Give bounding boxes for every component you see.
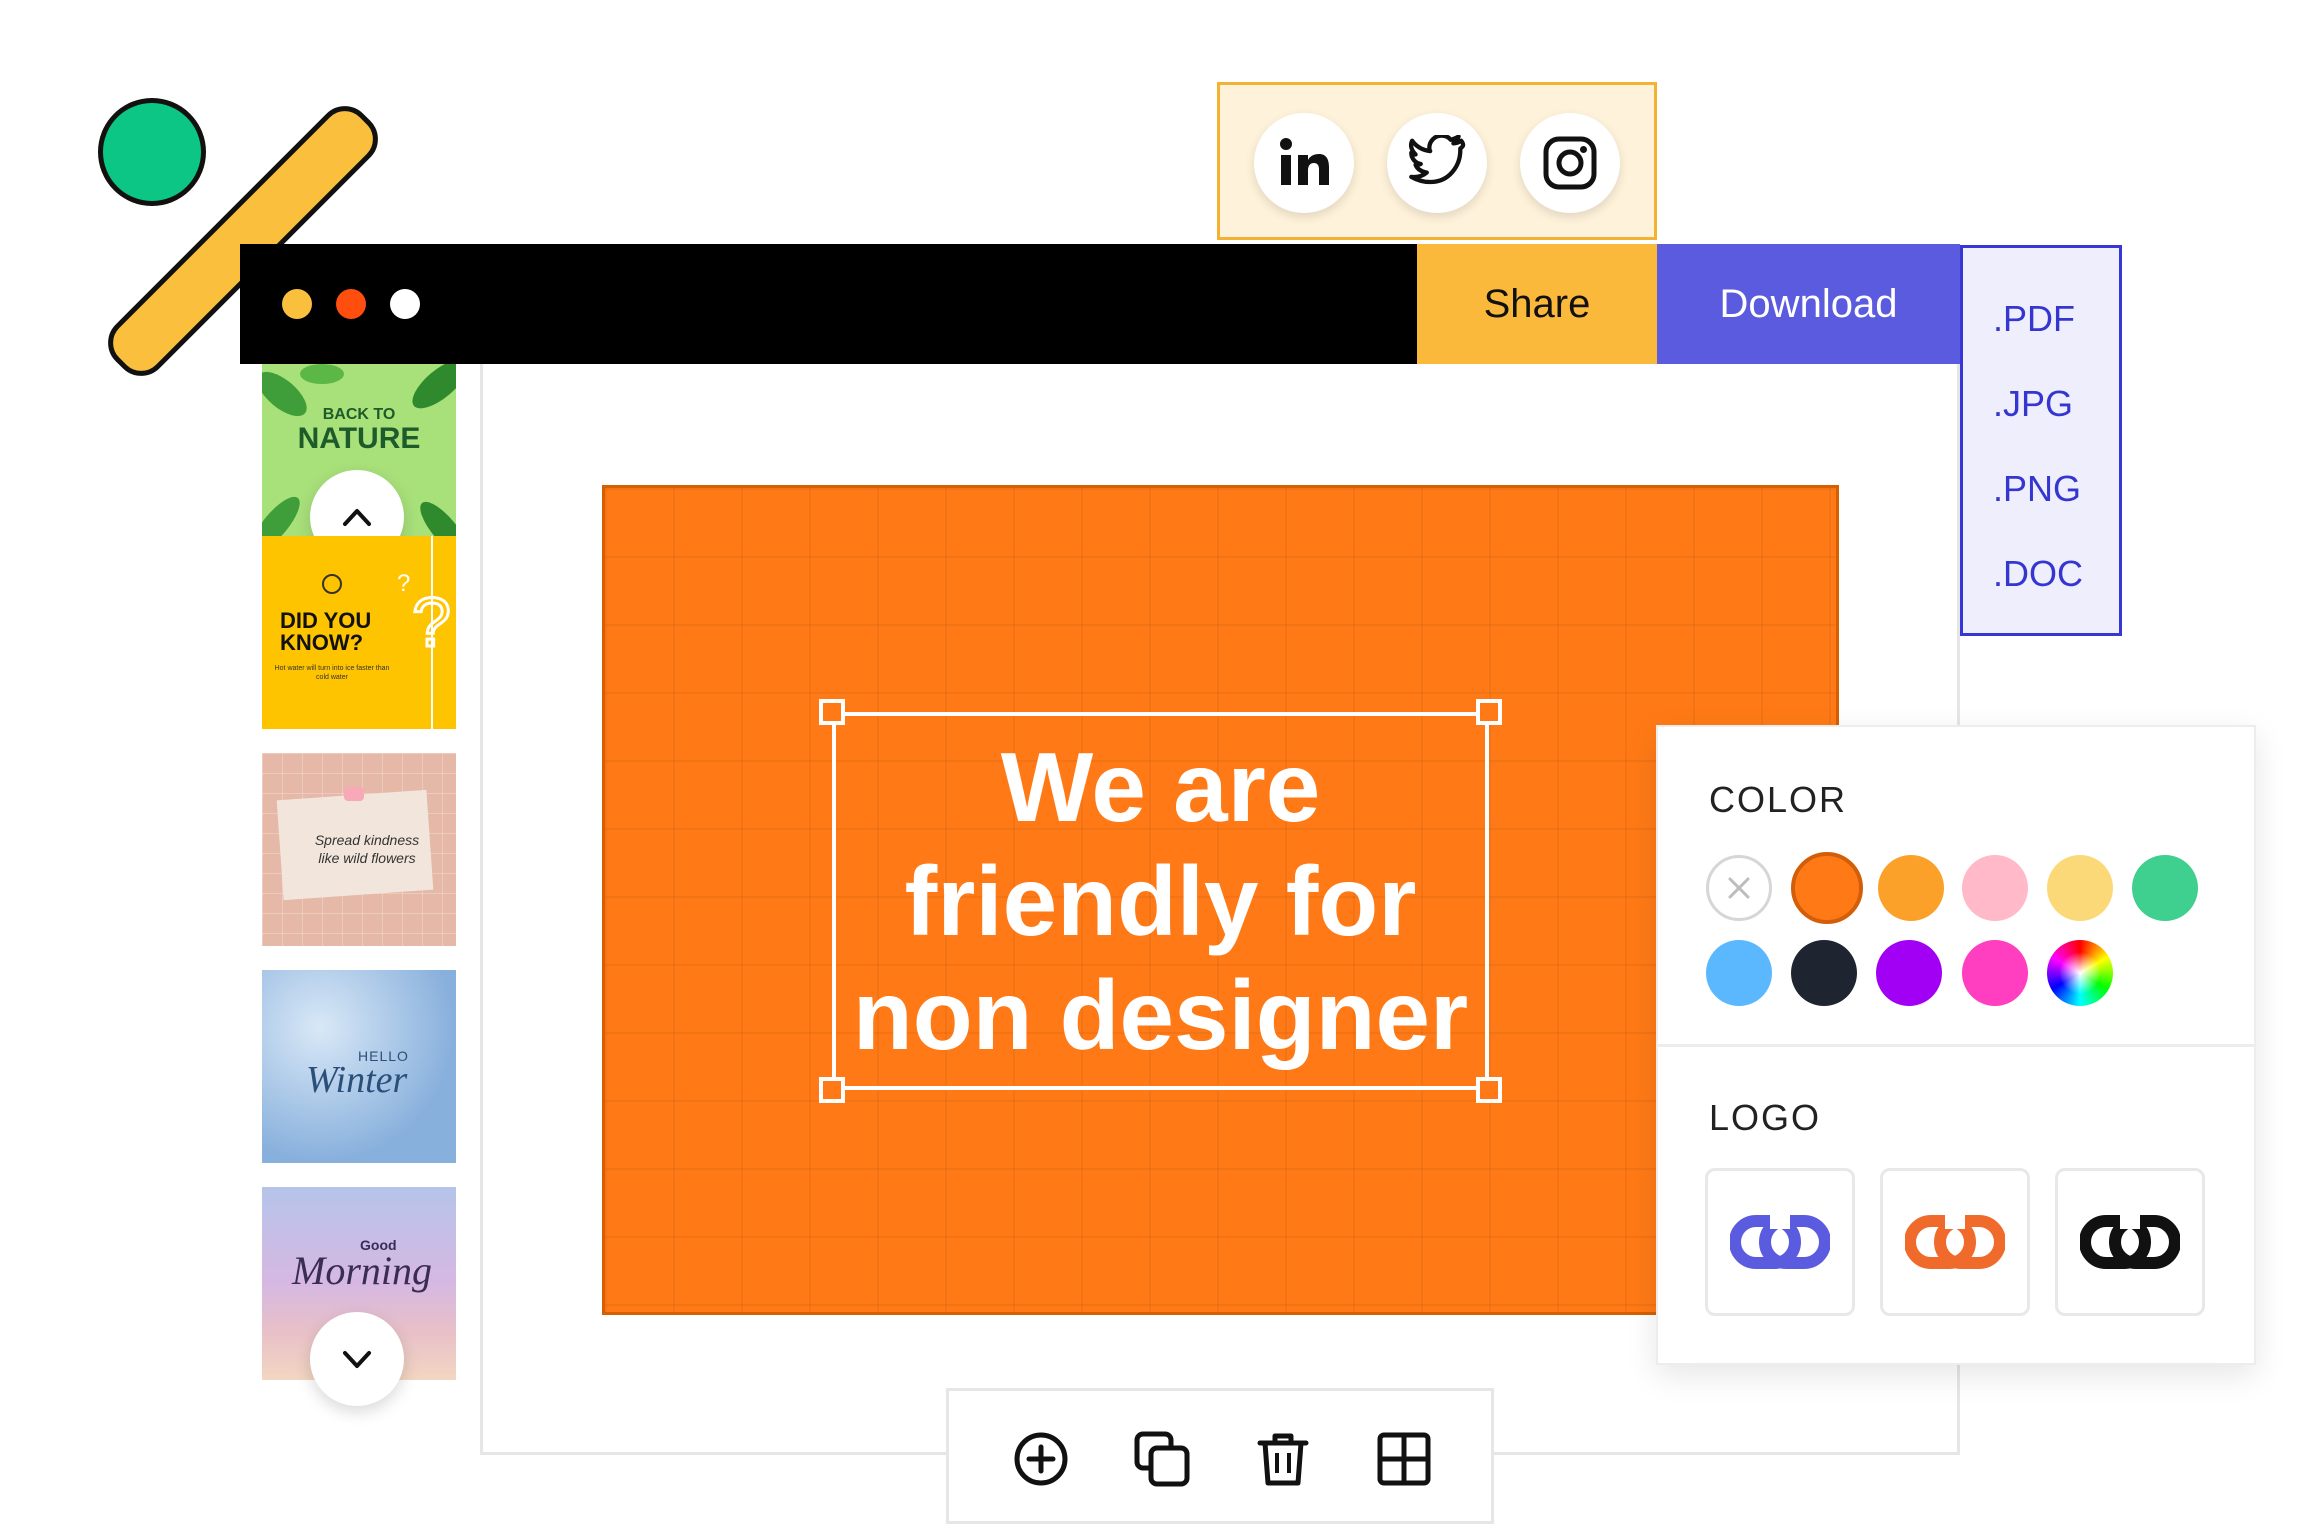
- logo-section-title: LOGO: [1709, 1097, 1822, 1138]
- add-icon: [1014, 1432, 1068, 1486]
- twitter-icon: [1408, 135, 1466, 185]
- svg-text:?: ?: [397, 570, 410, 597]
- color-swatch-charcoal[interactable]: [1791, 940, 1857, 1006]
- template-thumb-kindness[interactable]: Spread kindness like wild flowers: [262, 753, 456, 946]
- chevron-up-icon: [343, 509, 371, 526]
- share-button[interactable]: Share: [1417, 244, 1657, 364]
- format-doc[interactable]: .DOC: [1993, 553, 2083, 595]
- color-swatch-yellow[interactable]: [2047, 855, 2113, 921]
- tape: [344, 787, 364, 801]
- panel-divider: [1658, 1044, 2254, 1047]
- canvas-headline[interactable]: We are friendly for non designer: [832, 712, 1489, 1090]
- properties-panel: COLOR LOGO: [1656, 725, 2256, 1365]
- instagram-button[interactable]: [1520, 113, 1620, 213]
- window-dot-white: [390, 289, 420, 319]
- template-line: like wild flowers: [318, 850, 416, 866]
- custom-color-picker[interactable]: [2047, 940, 2113, 1006]
- format-jpg[interactable]: .JPG: [1993, 383, 2073, 425]
- download-button[interactable]: Download: [1657, 244, 1960, 364]
- color-swatch-green[interactable]: [2132, 855, 2198, 921]
- headline-line: We are: [1000, 732, 1321, 842]
- delete-button[interactable]: [1251, 1427, 1315, 1491]
- template-line: Winter: [306, 1059, 408, 1101]
- window-dot-red: [336, 289, 366, 319]
- logo-option-orange[interactable]: [1880, 1168, 2030, 1316]
- template-line: KNOW?: [280, 630, 364, 655]
- template-thumb-winter[interactable]: HELLO Winter: [262, 970, 456, 1163]
- template-thumb-did-you-know[interactable]: ? ? DID YOU KNOW? Hot water will turn in…: [262, 536, 456, 729]
- twitter-button[interactable]: [1387, 113, 1487, 213]
- color-swatch-pink[interactable]: [1962, 855, 2028, 921]
- duplicate-button[interactable]: [1130, 1427, 1194, 1491]
- decorative-circle: [98, 98, 206, 206]
- format-pdf[interactable]: .PDF: [1993, 298, 2075, 340]
- window-dot-yellow: [282, 289, 312, 319]
- logo-option-blue[interactable]: [1705, 1168, 1855, 1316]
- color-swatch-purple[interactable]: [1876, 940, 1942, 1006]
- social-share-panel: [1217, 82, 1657, 240]
- color-swatch-orange-selected[interactable]: [1791, 852, 1863, 924]
- template-line: DID YOU: [280, 608, 372, 633]
- scroll-down-button[interactable]: [310, 1312, 404, 1406]
- grid-icon: [1377, 1432, 1431, 1486]
- format-png[interactable]: .PNG: [1993, 468, 2081, 510]
- color-swatch-blue[interactable]: [1706, 940, 1772, 1006]
- window-titlebar: [240, 244, 1417, 364]
- linkedin-icon: [1280, 138, 1329, 185]
- link-logo-icon: [1905, 1215, 2005, 1269]
- template-line: NATURE: [297, 422, 421, 455]
- template-line: Spread kindness: [314, 832, 420, 848]
- add-button[interactable]: [1009, 1427, 1073, 1491]
- duplicate-icon: [1134, 1431, 1190, 1487]
- link-logo-icon: [2080, 1215, 2180, 1269]
- headline-line: non designer: [852, 960, 1469, 1070]
- link-logo-icon: [1730, 1215, 1830, 1269]
- template-small-text: Hot water will turn into ice faster than…: [274, 665, 390, 681]
- chevron-down-icon: [343, 1351, 371, 1368]
- linkedin-button[interactable]: [1254, 113, 1354, 213]
- template-line: Morning: [292, 1248, 432, 1293]
- color-swatch-none[interactable]: [1706, 855, 1772, 921]
- headline-line: friendly for: [904, 846, 1417, 956]
- grid-button[interactable]: [1372, 1427, 1436, 1491]
- color-swatch-magenta[interactable]: [1962, 940, 2028, 1006]
- export-format-menu: .PDF .JPG .PNG .DOC: [1960, 245, 2122, 636]
- instagram-icon: [1543, 136, 1597, 190]
- no-color-icon: [1728, 877, 1750, 899]
- color-section-title: COLOR: [1709, 779, 1848, 820]
- logo-option-black[interactable]: [2055, 1168, 2205, 1316]
- canvas-toolbar: [946, 1388, 1494, 1524]
- delete-icon: [1257, 1433, 1309, 1486]
- color-swatch-amber[interactable]: [1878, 855, 1944, 921]
